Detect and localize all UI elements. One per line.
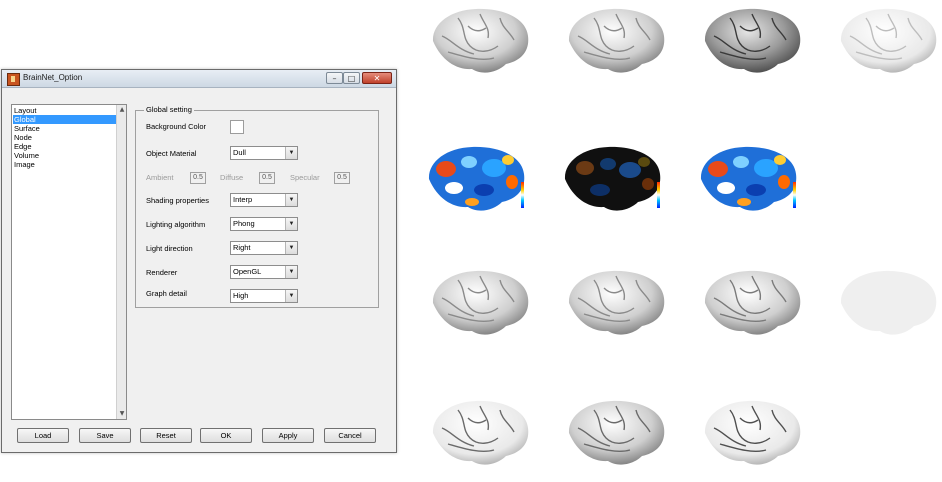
brain-render-6 — [568, 270, 665, 335]
brain-activation-map-3 — [700, 146, 797, 211]
brain-render-grid — [428, 8, 937, 465]
brain-render-10 — [704, 400, 801, 465]
brain-render-9 — [568, 400, 665, 465]
brain-render-8 — [432, 400, 529, 465]
brain-render-7 — [704, 270, 801, 335]
brain-render-flat — [840, 270, 937, 335]
brain-activation-map-1 — [428, 146, 525, 211]
brain-activation-map-2 — [564, 146, 661, 211]
brain-render-4 — [840, 8, 937, 73]
brain-render-3 — [704, 8, 801, 73]
brain-render-1 — [432, 8, 529, 73]
brain-render-5 — [432, 270, 529, 335]
brain-render-2 — [568, 8, 665, 73]
